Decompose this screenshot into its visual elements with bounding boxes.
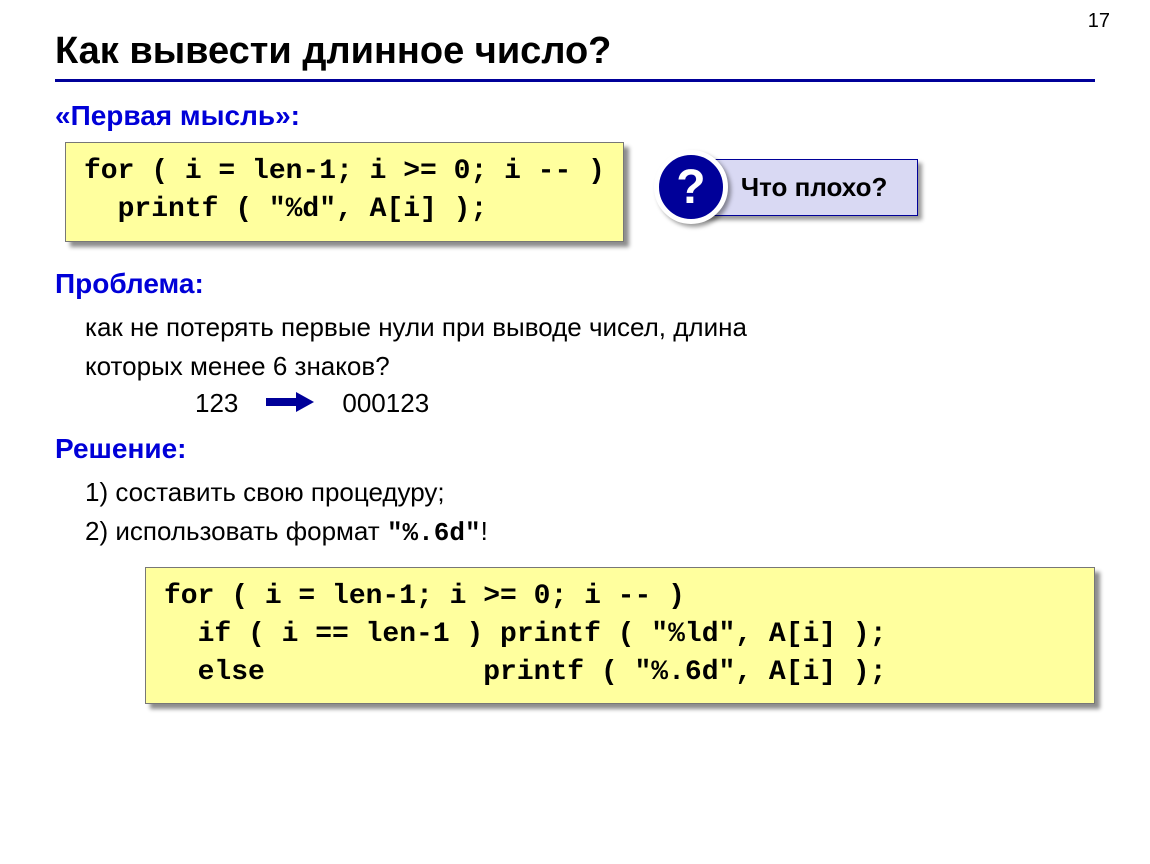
title-underline bbox=[55, 79, 1095, 82]
example-after: 000123 bbox=[342, 388, 429, 419]
code2-line3: else printf ( "%.6d", A[i] ); bbox=[164, 657, 887, 688]
page-number: 17 bbox=[1088, 10, 1110, 33]
problem-label: Проблема: bbox=[55, 268, 1095, 300]
code-block-2: for ( i = len-1; i >= 0; i -- ) if ( i =… bbox=[145, 567, 1095, 704]
problem-text-line2: которых менее 6 знаков? bbox=[85, 349, 1095, 384]
solution-item-1: 1) составить свою процедуру; bbox=[85, 475, 1095, 510]
first-thought-row: for ( i = len-1; i >= 0; i -- ) printf (… bbox=[55, 142, 1095, 242]
arrow-right-icon bbox=[266, 388, 314, 419]
example-before: 123 bbox=[195, 388, 238, 419]
code1-line1: for ( i = len-1; i >= 0; i -- ) bbox=[84, 156, 605, 187]
first-thought-label: «Первая мысль»: bbox=[55, 100, 1095, 132]
slide-title: Как вывести длинное число? bbox=[55, 30, 1095, 73]
code1-line2: printf ( "%d", A[i] ); bbox=[84, 194, 487, 225]
problem-text-line1: как не потерять первые нули при выводе ч… bbox=[85, 310, 1095, 345]
question-mark-icon: ? bbox=[654, 150, 728, 224]
solution-item2-prefix: 2) использовать формат bbox=[85, 516, 387, 546]
slide: 17 Как вывести длинное число? «Первая мы… bbox=[0, 0, 1150, 864]
solution-item2-suffix: ! bbox=[481, 516, 488, 546]
solution-item-2: 2) использовать формат "%.6d"! bbox=[85, 514, 1095, 551]
code2-line2: if ( i == len-1 ) printf ( "%ld", A[i] )… bbox=[164, 619, 887, 650]
example-line: 123 000123 bbox=[195, 388, 1095, 419]
solution-item2-code: "%.6d" bbox=[387, 518, 481, 548]
code-block-1: for ( i = len-1; i >= 0; i -- ) printf (… bbox=[65, 142, 624, 242]
solution-label: Решение: bbox=[55, 433, 1095, 465]
code2-line1: for ( i = len-1; i >= 0; i -- ) bbox=[164, 581, 685, 612]
question-callout: ? Что плохо? bbox=[654, 150, 918, 224]
